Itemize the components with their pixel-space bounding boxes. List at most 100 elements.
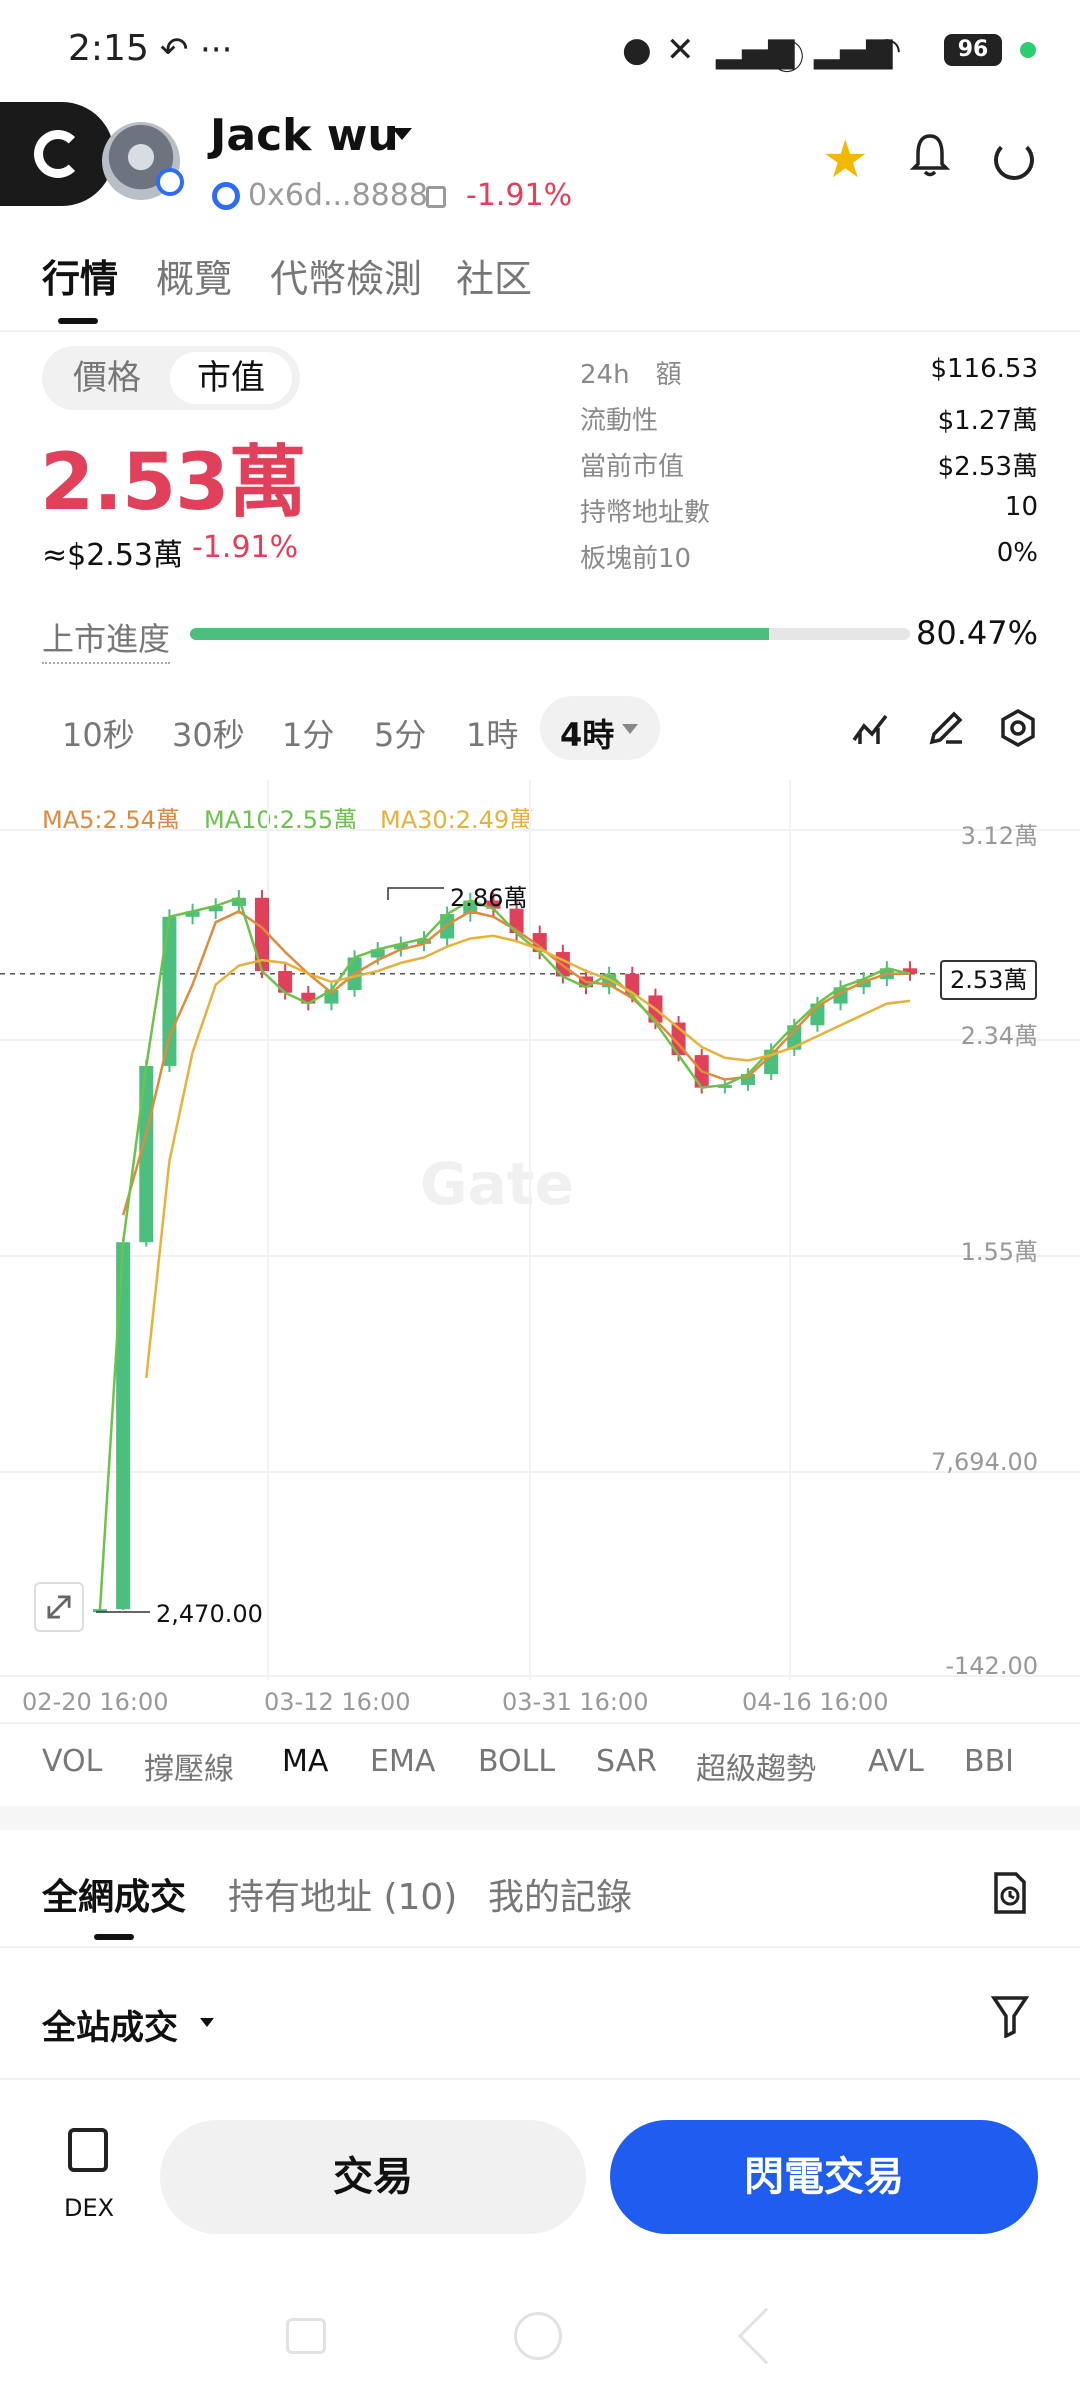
draw-icon[interactable] [926, 708, 966, 748]
tab-market[interactable]: 行情 [42, 248, 118, 303]
indicator-supertrend[interactable]: 超級趨勢 [696, 1744, 816, 1788]
timeframe-1h[interactable]: 1時 [466, 710, 518, 756]
y-tick-label: 3.12萬 [960, 822, 1038, 850]
battery-icon: 96 [944, 34, 1002, 66]
indicator-support-resistance[interactable]: 撐壓線 [144, 1744, 234, 1788]
x-tick-label: 03-12 16:00 [264, 1688, 411, 1716]
indicator-vol[interactable]: VOL [42, 1744, 102, 1779]
trade-button[interactable]: 交易 [160, 2120, 586, 2234]
indicator-bbi[interactable]: BBI [964, 1744, 1014, 1779]
timeframe-1m[interactable]: 1分 [282, 710, 334, 756]
ma5-line [121, 909, 910, 1216]
x-tick-label: 02-20 16:00 [22, 1688, 169, 1716]
stat-value-mcap: $2.53萬 [937, 452, 1038, 482]
indicator-sar[interactable]: SAR [596, 1744, 657, 1779]
tab-community[interactable]: 社区 [456, 248, 532, 303]
nav-recents-icon[interactable] [286, 2318, 326, 2354]
tab-token-check[interactable]: 代幣檢測 [270, 248, 422, 303]
stat-label-mcap: 當前市值 [580, 452, 685, 482]
usd-change: -1.91% [192, 530, 299, 565]
chart-settings-icon[interactable] [998, 708, 1038, 748]
stat-label-top10: 板塊前10 [580, 544, 692, 574]
indicator-ma[interactable]: MA [282, 1744, 328, 1779]
candle-body [162, 916, 177, 1066]
status-time: 2:15 [68, 28, 149, 69]
status-bar: 2:15 ↶ ··· ● ✕ ▂▄▆ Ⓡ ▂▄▆ ◠ 96 [0, 0, 1080, 100]
stat-label-liquidity: 流動性 [580, 406, 659, 436]
mute-icon: ✕ [666, 30, 695, 70]
y-tick-label: 7,694.00 [931, 1448, 1038, 1476]
y-tick-label: -142.00 [945, 1652, 1038, 1680]
section-separator [0, 1806, 1080, 1830]
price-mcap-toggle[interactable]: 價格 市值 [42, 346, 300, 410]
filter-icon[interactable] [990, 1994, 1030, 2038]
nav-back-icon[interactable] [737, 2307, 795, 2365]
share-icon[interactable] [994, 140, 1034, 180]
ma10-line [98, 896, 911, 1610]
ma30-line [145, 934, 911, 1378]
location-icon: ● [622, 30, 652, 70]
tab-underline [58, 318, 98, 324]
high-leader-line [387, 887, 444, 900]
more-icon: ··· [200, 30, 233, 70]
gate-logo-icon[interactable] [0, 102, 114, 206]
usd-value: ≈$2.53萬 [42, 538, 184, 573]
status-dot-icon [1020, 42, 1036, 58]
r-icon: Ⓡ [770, 38, 804, 78]
tab-holders[interactable]: 持有地址 (10) [228, 1868, 457, 1920]
back-arrow-icon: ↶ [160, 30, 189, 70]
indicator-avl[interactable]: AVL [868, 1744, 924, 1779]
token-dropdown-icon[interactable] [392, 128, 412, 140]
timeframe-10s[interactable]: 10秒 [62, 710, 135, 756]
trade-filter-dropdown[interactable]: 全站成交 [42, 2000, 178, 2049]
copy-icon[interactable] [426, 186, 446, 208]
chain-badge-icon [156, 168, 184, 196]
dex-icon[interactable] [68, 2128, 108, 2172]
x-tick-label: 03-31 16:00 [502, 1688, 649, 1716]
high-annotation: 2.86萬 [450, 884, 528, 912]
stat-value-top10: 0% [996, 538, 1038, 568]
stat-label-holders: 持幣地址數 [580, 498, 711, 528]
listing-progress-value: 80.47% [915, 614, 1038, 652]
x-tick-label: 04-16 16:00 [742, 1688, 889, 1716]
history-icon[interactable] [990, 1870, 1030, 1916]
nav-home-icon[interactable] [514, 2312, 562, 2360]
bell-icon[interactable] [910, 132, 950, 178]
price-chart[interactable] [0, 780, 1080, 1720]
timeframe-dropdown-icon [622, 724, 638, 734]
y-tick-label: 2.34萬 [960, 1022, 1038, 1050]
indicator-ema[interactable]: EMA [370, 1744, 435, 1779]
stat-value-liquidity: $1.27萬 [937, 406, 1038, 436]
tab-my-records[interactable]: 我的記錄 [488, 1868, 632, 1920]
y-tick-label: 1.55萬 [960, 1238, 1038, 1266]
wifi-icon: ◠ [872, 30, 902, 70]
indicator-icon[interactable] [850, 708, 890, 748]
main-value: 2.53萬 [40, 438, 306, 528]
timeframe-30s[interactable]: 30秒 [172, 710, 245, 756]
toggle-price[interactable]: 價格 [52, 352, 162, 404]
token-name[interactable]: Jack wu [210, 110, 399, 161]
low-annotation: 2,470.00 [156, 1600, 263, 1628]
stat-value-volume: $116.53 [930, 354, 1038, 384]
toggle-mcap[interactable]: 市值 [170, 352, 292, 404]
trade-tab-underline [94, 1934, 134, 1940]
tab-overview[interactable]: 概覽 [156, 248, 232, 303]
candle-body [116, 1242, 131, 1610]
timeframe-5m[interactable]: 5分 [374, 710, 426, 756]
divider [0, 330, 1080, 332]
current-price-tag: 2.53萬 [940, 960, 1038, 1000]
indicator-boll[interactable]: BOLL [478, 1744, 555, 1779]
expand-chart-icon[interactable] [34, 1582, 84, 1632]
listing-progress-label[interactable]: 上市進度 [42, 614, 171, 664]
timeframe-4h[interactable]: 4時 [540, 696, 660, 760]
token-address: 0x6d...8888 [248, 178, 428, 213]
star-icon[interactable]: ★ [822, 130, 869, 190]
divider [0, 1946, 1080, 1948]
flash-trade-button[interactable]: 閃電交易 [610, 2120, 1038, 2234]
tab-all-trades[interactable]: 全網成交 [42, 1868, 186, 1920]
divider [0, 2078, 1080, 2080]
timeframe-4h-label: 4時 [560, 716, 615, 754]
trade-filter-caret-icon[interactable] [200, 2018, 214, 2027]
divider [0, 1722, 1080, 1724]
dex-label[interactable]: DEX [64, 2194, 114, 2222]
